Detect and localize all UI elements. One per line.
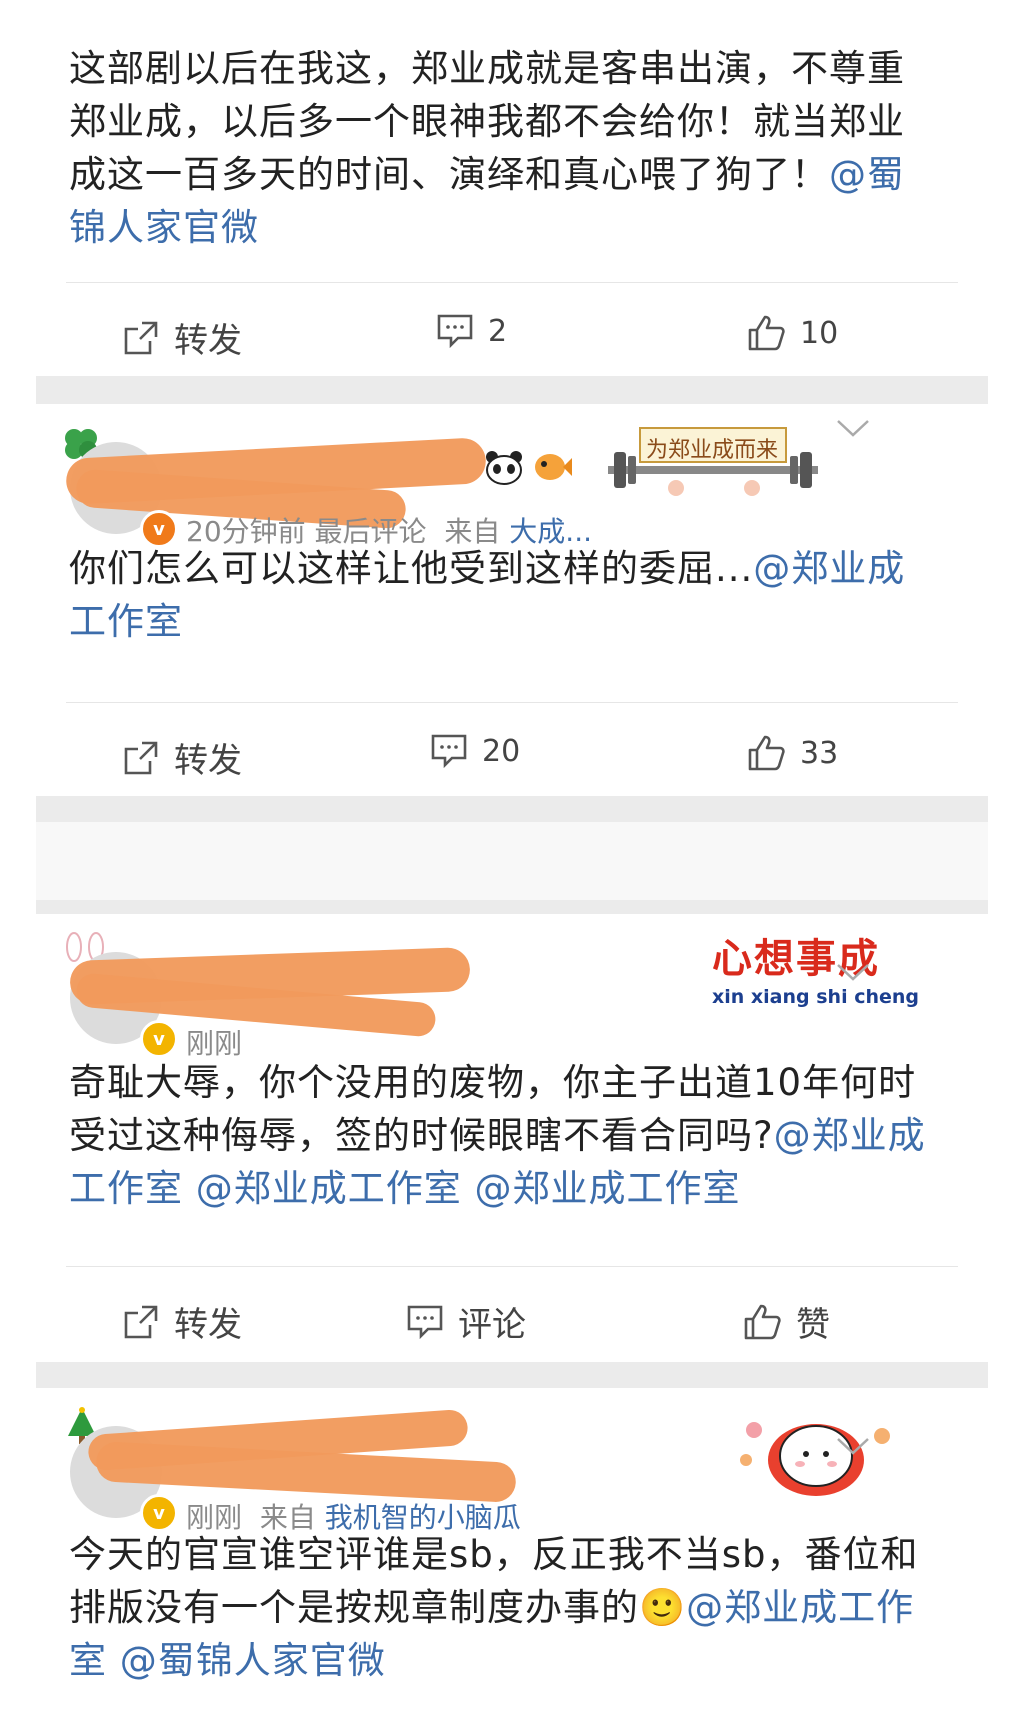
post-card-2: v 20分钟前 最后评论 来自 大成... 为郑业成而来 你们怎么可以这样让他受…	[36, 404, 988, 796]
repost-button[interactable]: 转发	[122, 313, 242, 362]
post-4-line-2-text: 排版没有一个是按规章制度办事的	[69, 1586, 639, 1629]
post-1-line-2: 郑业成，以后多一个眼神我都不会给你！就当郑业	[69, 95, 958, 148]
post-card-3: v 刚刚 心想事成 xin xiang shi cheng 奇耻大辱，你个没用的…	[36, 914, 988, 1362]
chevron-down-icon[interactable]	[836, 1436, 870, 1456]
post-2-text: 你们怎么可以这样让他受到这样的委屈...@郑业成 工作室	[69, 542, 958, 648]
post-2-action-bar: 转发 20 33	[66, 702, 958, 799]
post-card-4: v 刚刚 来自 我机智的小脑瓜 今天的官宣谁空评谁是sb，反正我不当sb，番位和…	[36, 1388, 988, 1732]
comment-label: 评论	[458, 1305, 526, 1345]
weibo-comment-feed: 这部剧以后在我这，郑业成就是客串出演，不尊重 郑业成，以后多一个眼神我都不会给你…	[0, 0, 1024, 1732]
post-1-line-2-text: 郑业成，以后多一个眼神我都不会给你！就当郑业	[69, 100, 905, 143]
post-3-line-2-text: 受过这种侮辱，签的时候眼瞎不看合同吗?	[69, 1114, 774, 1157]
section-separator	[36, 796, 988, 822]
verified-badge-icon: v	[140, 1494, 178, 1532]
thumbs-up-icon	[748, 735, 785, 771]
mention-link[interactable]: @郑业成	[753, 547, 905, 590]
section-separator	[36, 900, 988, 914]
post-4-line-1: 今天的官宣谁空评谁是sb，反正我不当sb，番位和	[69, 1533, 919, 1576]
post-3-action-bar: 转发 评论 赞	[66, 1266, 958, 1363]
repost-label: 转发	[174, 1305, 242, 1345]
like-button[interactable]: 赞	[742, 1297, 830, 1346]
comment-icon	[437, 314, 473, 349]
smile-emoji-icon: 🙂	[639, 1586, 687, 1629]
comment-icon	[407, 1305, 443, 1339]
mention-link[interactable]: @郑业成工作	[686, 1586, 914, 1629]
section-separator	[36, 376, 988, 404]
mention-links[interactable]: 工作室 @郑业成工作室 @郑业成工作室	[69, 1162, 958, 1215]
comment-count: 20	[482, 733, 521, 769]
like-button[interactable]: 10	[746, 313, 838, 353]
puppy-sticker-icon	[736, 1400, 896, 1504]
repost-icon	[124, 741, 158, 774]
fish-icon	[532, 450, 572, 488]
post-1-action-bar: 转发 2 10	[66, 282, 958, 379]
mention-link-cont[interactable]: 工作室	[69, 595, 958, 648]
like-count: 10	[800, 315, 839, 351]
mention-link[interactable]: @郑业成	[774, 1114, 926, 1157]
barbell-sticker: 为郑业成而来	[606, 422, 820, 508]
xin-xiang-shi-cheng-sticker: 心想事成 xin xiang shi cheng	[712, 926, 920, 1016]
chevron-down-icon[interactable]	[836, 418, 870, 438]
repost-button[interactable]: 转发	[122, 733, 242, 782]
post-2-line-1-text: 你们怎么可以这样让他受到这样的委屈...	[69, 547, 754, 590]
comment-icon	[431, 734, 467, 769]
post-4-text: 今天的官宣谁空评谁是sb，反正我不当sb，番位和 排版没有一个是按规章制度办事的…	[69, 1528, 958, 1687]
post-3-line-1: 奇耻大辱，你个没用的废物，你主子出道10年何时	[69, 1061, 917, 1104]
thumbs-up-icon	[744, 1304, 781, 1339]
comment-button[interactable]: 20	[430, 733, 520, 769]
thumbs-up-icon	[748, 315, 785, 351]
repost-icon	[124, 1305, 158, 1338]
panda-icon	[484, 450, 524, 490]
repost-label: 转发	[174, 741, 242, 781]
comment-count: 2	[488, 313, 508, 349]
post-2-line-1: 你们怎么可以这样让他受到这样的委屈...@郑业成	[69, 542, 958, 595]
sticker-subtitle: xin xiang shi cheng	[712, 986, 920, 1008]
comment-button[interactable]: 2	[436, 313, 507, 349]
post-1-line-1: 这部剧以后在我这，郑业成就是客串出演，不尊重	[69, 47, 905, 90]
chevron-down-icon[interactable]	[836, 962, 870, 982]
post-1-text: 这部剧以后在我这，郑业成就是客串出演，不尊重 郑业成，以后多一个眼神我都不会给你…	[69, 42, 958, 254]
post-1-line-3-text: 成这一百多天的时间、演绎和真心喂了狗了！	[69, 153, 829, 196]
blank-gap	[36, 822, 988, 900]
like-label: 赞	[796, 1305, 830, 1345]
sticker-text: 为郑业成而来	[646, 438, 779, 463]
mention-links[interactable]: 室 @蜀锦人家官微	[69, 1634, 958, 1687]
post-3-line-2: 受过这种侮辱，签的时候眼瞎不看合同吗?@郑业成	[69, 1109, 958, 1162]
like-count: 33	[800, 735, 839, 771]
section-separator	[36, 1362, 988, 1388]
post-1-line-3: 成这一百多天的时间、演绎和真心喂了狗了！@蜀	[69, 148, 958, 201]
mention-link-cont[interactable]: 锦人家官微	[69, 201, 958, 254]
repost-button[interactable]: 转发	[122, 1297, 242, 1346]
sticker-title: 心想事成	[712, 936, 880, 982]
mention-link[interactable]: @蜀	[829, 153, 905, 196]
comment-button[interactable]: 评论	[406, 1297, 526, 1346]
post-3-text: 奇耻大辱，你个没用的废物，你主子出道10年何时 受过这种侮辱，签的时候眼瞎不看合…	[69, 1056, 958, 1215]
repost-icon	[124, 321, 158, 354]
verified-badge-icon: v	[140, 1020, 178, 1058]
repost-label: 转发	[174, 321, 242, 361]
post-card-1: 这部剧以后在我这，郑业成就是客串出演，不尊重 郑业成，以后多一个眼神我都不会给你…	[36, 0, 988, 376]
like-button[interactable]: 33	[746, 733, 838, 773]
post-4-line-2: 排版没有一个是按规章制度办事的🙂@郑业成工作	[69, 1581, 958, 1634]
